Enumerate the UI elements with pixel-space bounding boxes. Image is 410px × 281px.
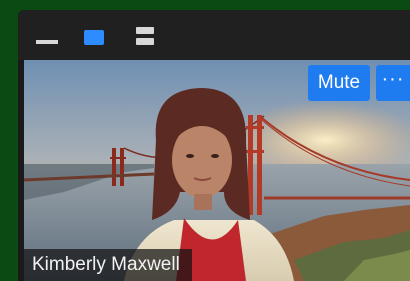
minimize-icon[interactable] xyxy=(36,26,58,46)
meeting-window: Mute ··· Kimberly Maxwell xyxy=(18,10,410,281)
more-options-icon: ··· xyxy=(381,68,405,90)
mute-button[interactable]: Mute xyxy=(308,65,370,101)
window-title-bar xyxy=(18,10,410,60)
participant-name-label: Kimberly Maxwell xyxy=(24,249,192,281)
gallery-view-icon[interactable] xyxy=(134,26,156,46)
more-options-button[interactable]: ··· xyxy=(376,65,410,101)
participant-video: Mute ··· Kimberly Maxwell xyxy=(24,60,410,281)
speaker-view-icon[interactable] xyxy=(82,26,106,46)
